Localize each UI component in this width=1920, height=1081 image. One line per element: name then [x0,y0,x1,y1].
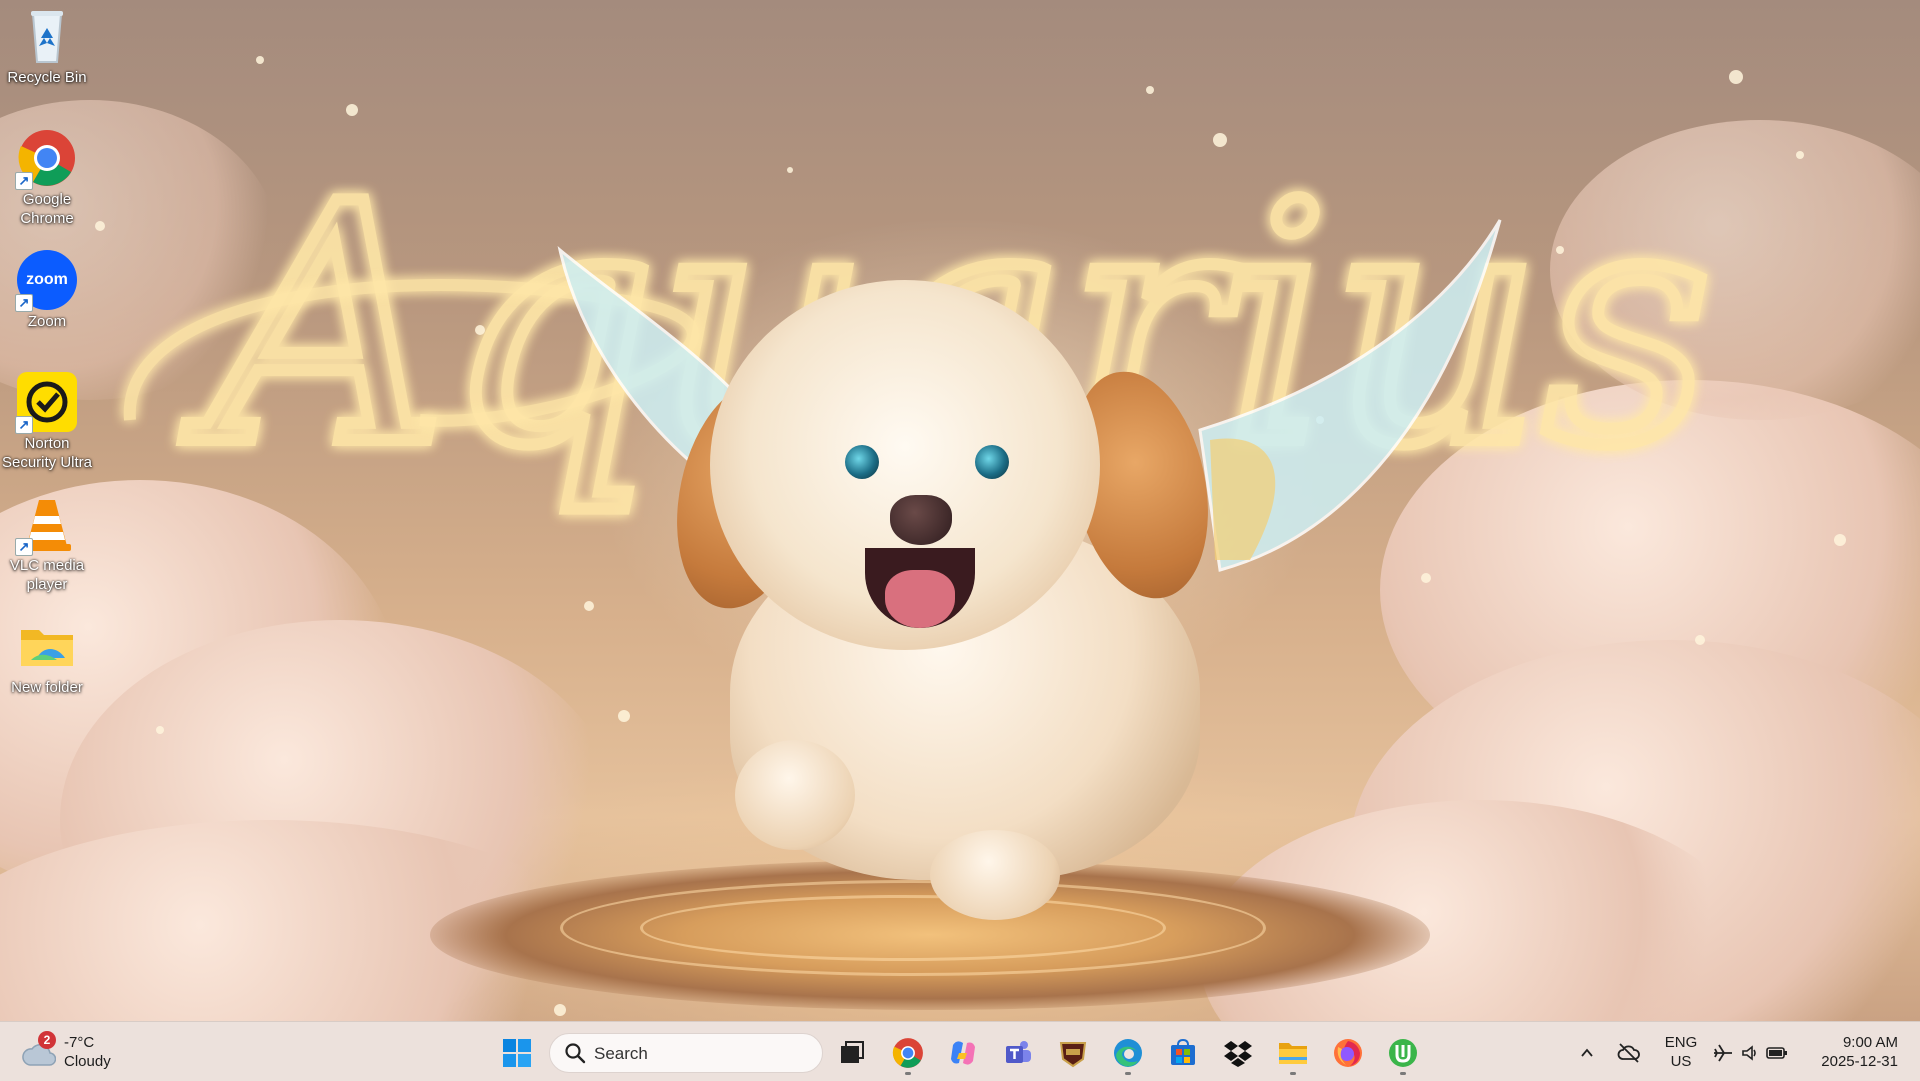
shortcut-arrow-icon: ↗ [15,416,33,434]
clock[interactable]: 9:00 AM 2025-12-31 [1808,1033,1898,1071]
taskbar-copilot-button[interactable] [943,1033,983,1073]
desktop-icon-label: VLC media player [9,557,85,593]
desktop-wallpaper: Aquarius [0,0,1920,1021]
windows-start-icon [503,1039,531,1067]
language-code: ENG [1664,1034,1698,1051]
copilot-icon [951,1041,975,1065]
clock-time: 9:00 AM [1842,1034,1898,1051]
shortcut-arrow-icon: ↗ [15,172,33,190]
desktop-icon-new-folder[interactable]: New folder [0,616,94,697]
file-explorer-icon [1279,1043,1307,1064]
teams-icon [1006,1041,1031,1063]
dropbox-icon [1224,1041,1252,1067]
clock-date: 2025-12-31 [1821,1053,1898,1070]
taskbar-teams-button[interactable] [998,1033,1038,1073]
recycle-bin-icon [17,6,77,66]
puppy-head [710,280,1100,650]
search-placeholder: Search [594,1044,648,1063]
desktop-icon-label: Google Chrome [20,191,74,227]
desktop-icon-label: Norton Security Ultra [1,435,93,471]
puppy-paw [930,830,1060,920]
zoom-icon: zoom ↗ [15,250,77,312]
edge-icon [1114,1039,1142,1067]
region-code: US [1670,1053,1692,1070]
running-indicator [1400,1072,1406,1075]
taskbar-utorrent-button[interactable] [1383,1033,1423,1075]
weather-notification-badge: 2 [38,1031,56,1049]
vlc-icon: ↗ [15,494,77,556]
puppy-nose [890,495,952,545]
running-indicator [905,1072,911,1075]
puppy-eye [975,445,1009,479]
desktop-icon-label: Recycle Bin [7,69,87,86]
running-indicator [1290,1072,1296,1075]
search-icon [565,1043,586,1064]
water-ripple [640,895,1166,961]
running-indicator [1125,1072,1131,1075]
task-view-button[interactable] [832,1033,872,1073]
puppy-paw [735,740,855,850]
start-button[interactable] [497,1033,537,1073]
desktop-icon-vlc[interactable]: ↗ VLC media player [0,494,94,594]
show-hidden-icons-button[interactable] [1572,1033,1602,1073]
volume-icon [1742,1045,1756,1061]
folder-icon [17,616,77,676]
chrome-icon [892,1038,923,1068]
chrome-icon: ↗ [15,128,77,190]
norton-icon: ↗ [15,372,77,434]
taskbar: 2 -7°C Cloudy Search ENG US 9:00 AM 2025… [0,1021,1920,1081]
desktop-icon-label: New folder [11,679,83,696]
taskbar-file-explorer-button[interactable] [1273,1033,1313,1075]
task-view-icon [841,1041,864,1063]
weather-temperature: -7°C [64,1034,95,1051]
airplane-mode-icon [1714,1044,1732,1062]
taskbar-store-button[interactable] [1163,1033,1203,1073]
utorrent-icon [1389,1039,1417,1067]
puppy-eye [845,445,879,479]
cloud-off-icon [1617,1043,1640,1063]
shortcut-arrow-icon: ↗ [15,538,33,556]
game-icon [1059,1042,1087,1068]
taskbar-dropbox-button[interactable] [1218,1033,1258,1073]
firefox-icon [1334,1039,1362,1067]
shortcut-arrow-icon: ↗ [15,294,33,312]
taskbar-game-button[interactable] [1053,1033,1093,1073]
taskbar-firefox-button[interactable] [1328,1033,1368,1073]
language-indicator[interactable]: ENG US [1660,1033,1702,1071]
taskbar-chrome-button[interactable] [888,1033,928,1075]
chevron-up-icon [1581,1048,1593,1057]
desktop-icon-norton[interactable]: ↗ Norton Security Ultra [0,372,94,472]
desktop-icon-label: Zoom [27,313,67,330]
onedrive-status-button[interactable] [1612,1033,1646,1073]
taskbar-edge-button[interactable] [1108,1033,1148,1075]
weather-widget[interactable]: 2 -7°C Cloudy [20,1031,140,1073]
weather-condition: Cloudy [64,1053,111,1070]
quick-settings-button[interactable] [1710,1033,1790,1073]
taskbar-search-box[interactable]: Search [549,1033,823,1073]
desktop-icon-zoom[interactable]: zoom ↗ Zoom [0,250,94,331]
puppy-mouth [865,548,975,628]
battery-charging-icon [1766,1047,1787,1059]
store-icon [1171,1038,1195,1065]
desktop-icon-google-chrome[interactable]: ↗ Google Chrome [0,128,94,228]
desktop-icon-recycle-bin[interactable]: Recycle Bin [0,6,94,87]
